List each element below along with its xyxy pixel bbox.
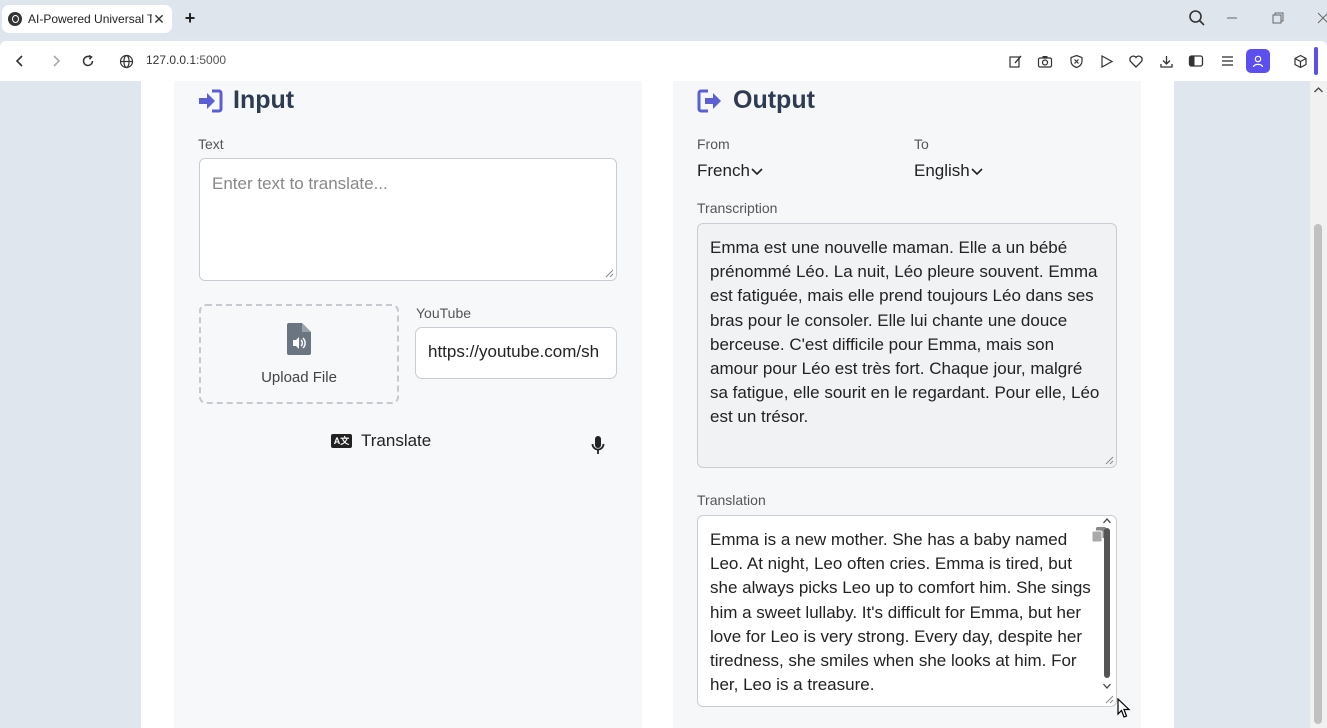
mouse-cursor-icon [1117, 698, 1131, 718]
transcription-label: Transcription [697, 200, 778, 216]
tab-favicon-icon [8, 12, 22, 26]
translation-label: Translation [697, 492, 766, 508]
page-scrollbar-thumb[interactable] [1314, 224, 1322, 724]
reload-icon [82, 54, 94, 67]
youtube-label: YouTube [416, 305, 472, 321]
to-language-select[interactable]: English [914, 161, 983, 181]
scroll-up-icon[interactable] [1103, 518, 1111, 524]
output-heading: Output [697, 86, 815, 115]
shield-icon [1069, 54, 1083, 68]
to-language-value: English [914, 161, 970, 180]
resize-grip-icon[interactable] [1105, 456, 1114, 465]
output-heading-text: Output [733, 86, 815, 114]
shield-button[interactable] [1066, 51, 1086, 71]
transcription-textarea[interactable]: Emma est une nouvelle maman. Elle a un b… [697, 223, 1117, 468]
sidebar-toggle-button[interactable] [1186, 51, 1206, 71]
url-host: 127.0.0.1 [146, 53, 197, 67]
translate-label: Translate [361, 431, 432, 450]
reload-button[interactable] [78, 51, 98, 71]
extensions-button[interactable] [1290, 51, 1310, 71]
text-label: Text [198, 136, 224, 152]
input-heading-text: Input [233, 86, 295, 114]
menu-lines-icon [1221, 56, 1233, 66]
youtube-url-input[interactable]: https://youtube.com/sh [415, 327, 617, 379]
from-label: From [697, 136, 730, 152]
chevron-down-icon [751, 168, 763, 176]
camera-icon [1037, 55, 1053, 68]
address-bar[interactable]: 127.0.0.1:5000 [146, 53, 226, 67]
microphone-icon[interactable] [591, 436, 605, 455]
upload-file-button[interactable]: Upload File [199, 304, 399, 404]
browser-toolbar: 127.0.0.1:5000 [0, 41, 1327, 81]
page-viewport: Input Text Enter text to translate... Up… [0, 81, 1310, 728]
scrollbar-thumb[interactable] [1104, 528, 1110, 678]
sign-in-icon [199, 89, 223, 112]
forward-button[interactable] [46, 51, 66, 71]
browser-tab[interactable]: AI-Powered Universal Tran ✕ [2, 5, 172, 33]
translation-text: Emma is a new mother. She has a baby nam… [710, 530, 1091, 695]
menu-lines-button[interactable] [1217, 51, 1237, 71]
back-arrow-icon [15, 55, 23, 67]
send-button[interactable] [1096, 51, 1116, 71]
site-info-button[interactable] [116, 51, 136, 71]
edit-page-button[interactable] [1005, 51, 1025, 71]
transcription-text: Emma est une nouvelle maman. Elle a un b… [710, 238, 1100, 427]
resize-grip-icon[interactable] [1105, 695, 1114, 704]
tab-title: AI-Powered Universal Tran [28, 12, 152, 26]
download-icon [1159, 55, 1173, 68]
upload-file-label: Upload File [261, 369, 337, 386]
translation-scrollbar[interactable] [1101, 518, 1113, 694]
translate-button[interactable]: A文 Translate [331, 431, 431, 451]
text-input[interactable]: Enter text to translate... [199, 158, 617, 281]
chevron-down-icon [971, 168, 983, 176]
user-icon [1252, 55, 1264, 67]
scroll-down-icon[interactable] [1103, 683, 1111, 689]
search-tabs-icon[interactable] [1188, 9, 1206, 27]
translate-icon: A文 [331, 434, 352, 448]
screenshot-button[interactable] [1035, 51, 1055, 71]
back-button[interactable] [10, 51, 30, 71]
page-scrollbar[interactable] [1310, 81, 1327, 728]
url-port: :5000 [196, 53, 227, 67]
minimize-icon[interactable] [1222, 10, 1242, 26]
tab-close-button[interactable]: ✕ [152, 11, 166, 28]
resize-grip-icon[interactable] [605, 269, 614, 278]
new-tab-button[interactable]: + [180, 8, 200, 28]
page-scroll-up-icon[interactable] [1314, 87, 1323, 93]
forward-arrow-icon [53, 55, 61, 67]
to-label: To [914, 136, 929, 152]
restore-icon[interactable] [1268, 10, 1288, 26]
audio-file-icon [287, 323, 311, 355]
side-panel-indicator [1314, 47, 1318, 75]
profile-button[interactable] [1246, 49, 1270, 73]
edit-icon [1008, 55, 1022, 68]
from-language-value: French [697, 161, 750, 180]
send-icon [1100, 54, 1113, 68]
downloads-button[interactable] [1156, 51, 1176, 71]
text-placeholder: Enter text to translate... [212, 174, 388, 193]
translation-textarea[interactable]: Emma is a new mother. She has a baby nam… [697, 515, 1117, 707]
from-language-select[interactable]: French [697, 161, 763, 181]
sidebar-icon [1188, 55, 1204, 67]
close-window-icon[interactable] [1313, 10, 1327, 26]
cube-icon [1293, 54, 1307, 68]
title-bar: AI-Powered Universal Tran ✕ + [0, 0, 1327, 37]
sign-out-icon [697, 89, 721, 112]
globe-icon [119, 54, 133, 68]
heart-icon [1129, 54, 1143, 68]
input-heading: Input [198, 86, 294, 115]
favorites-button[interactable] [1126, 51, 1146, 71]
